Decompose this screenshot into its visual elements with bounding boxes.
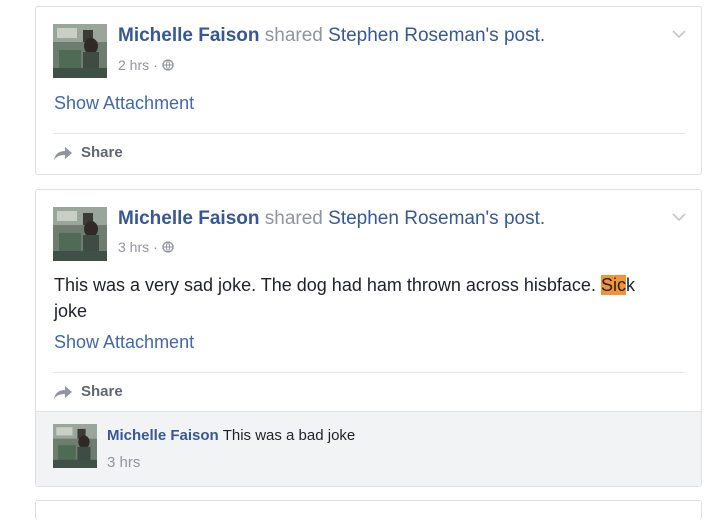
post-meta: 2 hrs ·: [118, 57, 174, 73]
post-meta: 3 hrs ·: [118, 239, 174, 255]
comment-avatar[interactable]: [53, 424, 97, 468]
share-label: Share: [81, 144, 123, 161]
post-card: [35, 500, 702, 520]
share-arrow-icon: [54, 146, 72, 160]
share-button[interactable]: Share: [53, 144, 123, 161]
timestamp[interactable]: 3 hrs: [118, 239, 149, 255]
share-arrow-icon: [54, 385, 72, 399]
divider: [53, 372, 685, 373]
post-header: Michelle Faison shared Stephen Roseman's…: [118, 25, 545, 47]
share-label: Share: [81, 383, 123, 400]
share-button[interactable]: Share: [53, 383, 123, 400]
avatar[interactable]: [53, 207, 107, 261]
chevron-down-icon[interactable]: [671, 212, 687, 222]
action-text: shared: [264, 25, 323, 46]
show-attachment-link[interactable]: Show Attachment: [54, 93, 194, 114]
comment-timestamp[interactable]: 3 hrs: [107, 454, 140, 471]
comment-author-link[interactable]: Michelle Faison: [107, 427, 219, 444]
author-link[interactable]: Michelle Faison: [118, 208, 259, 229]
post-text: This was a very sad joke. The dog had ha…: [54, 275, 635, 321]
avatar-photo: [53, 424, 97, 468]
search-highlight: Sic: [600, 275, 626, 295]
avatar-photo: [53, 24, 107, 78]
meta-separator: ·: [153, 57, 158, 73]
comment-body: Michelle Faison This was a bad joke: [107, 427, 355, 444]
globe-icon[interactable]: [162, 59, 174, 71]
action-text: shared: [264, 208, 323, 229]
comment-section: Michelle Faison This was a bad joke 3 hrs: [36, 411, 701, 486]
show-attachment-link[interactable]: Show Attachment: [54, 332, 194, 353]
avatar[interactable]: [53, 24, 107, 78]
author-link[interactable]: Michelle Faison: [118, 25, 259, 46]
chevron-down-icon[interactable]: [671, 29, 687, 39]
comment-text: This was a bad joke: [222, 427, 356, 444]
avatar-photo: [53, 207, 107, 261]
post-card: Michelle Faison shared Stephen Roseman's…: [35, 189, 702, 487]
post-card: Michelle Faison shared Stephen Roseman's…: [35, 6, 702, 175]
divider: [53, 133, 685, 134]
timestamp[interactable]: 2 hrs: [118, 57, 149, 73]
post-header: Michelle Faison shared Stephen Roseman's…: [118, 208, 545, 230]
target-link[interactable]: Stephen Roseman's post.: [328, 25, 545, 46]
meta-separator: ·: [153, 239, 158, 255]
target-link[interactable]: Stephen Roseman's post.: [328, 208, 545, 229]
globe-icon[interactable]: [162, 241, 174, 253]
